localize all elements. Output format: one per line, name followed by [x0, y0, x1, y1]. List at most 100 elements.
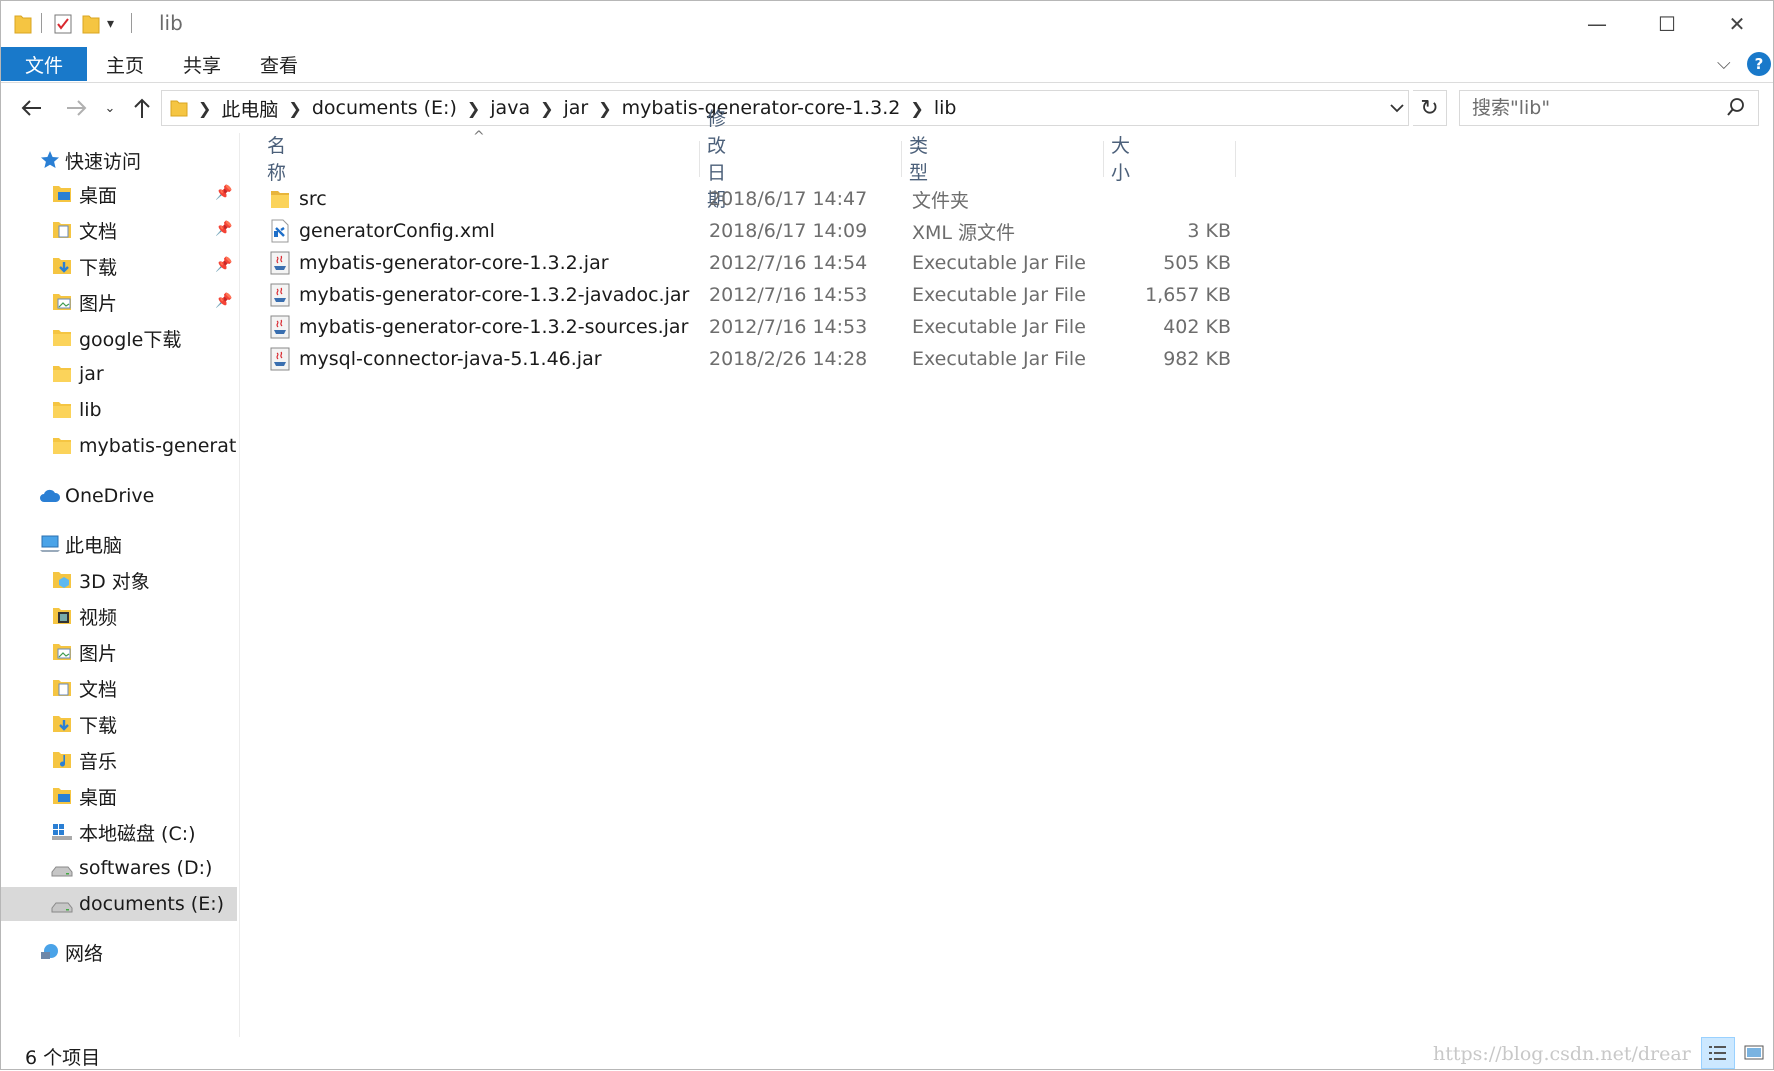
file-type: XML 源文件	[912, 221, 1016, 244]
windows-drive-icon	[51, 821, 73, 843]
chevron-right-icon[interactable]: ❯	[467, 99, 480, 118]
sidebar-item-documents-e[interactable]: documents (E:)	[1, 887, 237, 921]
file-row-generatorconfig[interactable]: generatorConfig.xml 2018/6/17 14:09 XML …	[261, 215, 1241, 247]
search-icon[interactable]	[1726, 97, 1746, 124]
tab-view[interactable]: 查看	[260, 47, 298, 81]
pane-divider[interactable]	[239, 133, 240, 1037]
new-folder-icon[interactable]	[81, 11, 101, 37]
downloads-folder-icon	[51, 255, 73, 277]
pin-icon[interactable]: 📌	[215, 185, 232, 201]
address-bar[interactable]: ❯ 此电脑 ❯ documents (E:) ❯ java ❯ jar ❯ my…	[161, 90, 1409, 126]
column-resize-handle[interactable]	[1103, 141, 1104, 177]
breadcrumb-mybatis-generator[interactable]: mybatis-generator-core-1.3.2	[622, 97, 901, 119]
file-row-mybatis-sources-jar[interactable]: mybatis-generator-core-1.3.2-sources.jar…	[261, 311, 1241, 343]
refresh-icon[interactable]: ↻	[1413, 90, 1447, 126]
pin-icon[interactable]: 📌	[215, 221, 232, 237]
item-count: 6 个项目	[25, 1047, 101, 1069]
xml-file-icon	[271, 219, 289, 243]
file-date: 2012/7/16 14:54	[709, 252, 868, 274]
file-type: Executable Jar File	[912, 252, 1086, 274]
back-arrow-icon[interactable]	[17, 93, 47, 123]
column-resize-handle[interactable]	[1235, 141, 1236, 177]
explorer-window: ▾ lib — ☐ ✕ 文件 主页 共享 查看 ⌵ ? ⌄ ❯ 此电脑 ❯ do…	[0, 0, 1774, 1070]
forward-arrow-icon[interactable]	[61, 93, 91, 123]
sidebar-item-jar[interactable]: jar	[1, 357, 237, 391]
watermark: https://blog.csdn.net/drear	[1433, 1043, 1691, 1065]
jar-file-icon	[270, 347, 290, 371]
details-view-icon[interactable]	[1701, 1037, 1735, 1069]
file-date: 2012/7/16 14:53	[709, 284, 868, 306]
documents-folder-icon	[51, 219, 73, 241]
sidebar-item-desktop-pc[interactable]: 桌面	[1, 779, 237, 813]
column-header-size[interactable]: 大小	[1111, 135, 1130, 184]
chevron-right-icon[interactable]: ❯	[540, 99, 553, 118]
column-resize-handle[interactable]	[901, 141, 902, 177]
tab-share[interactable]: 共享	[183, 47, 221, 81]
tab-home[interactable]: 主页	[106, 47, 144, 81]
sidebar-item-this-pc[interactable]: 此电脑	[1, 527, 237, 561]
sidebar-item-pictures[interactable]: 图片 📌	[1, 285, 237, 319]
sidebar-item-desktop[interactable]: 桌面 📌	[1, 177, 237, 211]
file-row-mysql-connector-jar[interactable]: mysql-connector-java-5.1.46.jar 2018/2/2…	[261, 343, 1241, 375]
maximize-button[interactable]: ☐	[1633, 1, 1701, 47]
chevron-right-icon[interactable]: ❯	[288, 99, 301, 118]
up-arrow-icon[interactable]	[127, 93, 157, 123]
column-header-type[interactable]: 类型	[909, 135, 928, 184]
large-icons-view-icon[interactable]	[1737, 1037, 1771, 1069]
column-header-date[interactable]: 修改日期	[707, 108, 726, 211]
sidebar-item-3d-objects[interactable]: 3D 对象	[1, 563, 237, 597]
jar-file-icon	[270, 283, 290, 307]
breadcrumb-documents-e[interactable]: documents (E:)	[312, 97, 457, 119]
pin-icon[interactable]: 📌	[215, 257, 232, 273]
file-name: mybatis-generator-core-1.3.2.jar	[299, 252, 609, 274]
help-button[interactable]: ?	[1747, 52, 1771, 76]
sidebar-item-network[interactable]: 网络	[1, 935, 237, 969]
search-box[interactable]	[1459, 90, 1759, 126]
search-input[interactable]	[1470, 96, 1710, 120]
sidebar-item-mybatis-generator[interactable]: mybatis-generator-core-1.3.2	[1, 429, 237, 463]
chevron-right-icon[interactable]: ❯	[198, 99, 211, 118]
column-header-name[interactable]: 名称	[267, 135, 286, 184]
breadcrumb-this-pc[interactable]: 此电脑	[221, 95, 278, 122]
sidebar-item-google-downloads[interactable]: google下载	[1, 321, 237, 355]
folder-icon	[51, 435, 73, 457]
breadcrumb-lib[interactable]: lib	[934, 97, 957, 119]
file-size: 3 KB	[1187, 220, 1231, 242]
sidebar-item-documents[interactable]: 文档 📌	[1, 213, 237, 247]
cloud-icon	[39, 485, 61, 507]
sidebar-item-pictures-pc[interactable]: 图片	[1, 635, 237, 669]
sidebar-item-music[interactable]: 音乐	[1, 743, 237, 777]
folder-icon[interactable]	[13, 11, 33, 37]
divider	[41, 13, 42, 33]
folder-icon	[51, 327, 73, 349]
customize-toolbar-dropdown-icon[interactable]: ▾	[107, 11, 114, 37]
close-button[interactable]: ✕	[1703, 1, 1771, 47]
file-row-mybatis-core-jar[interactable]: mybatis-generator-core-1.3.2.jar 2012/7/…	[261, 247, 1241, 279]
file-row-mybatis-javadoc-jar[interactable]: mybatis-generator-core-1.3.2-javadoc.jar…	[261, 279, 1241, 311]
file-size: 1,657 KB	[1145, 284, 1231, 306]
file-size: 505 KB	[1163, 252, 1231, 274]
breadcrumb-java[interactable]: java	[490, 97, 530, 119]
file-row-src[interactable]: src 2018/6/17 14:47 文件夹	[261, 183, 1241, 215]
recent-locations-chevron-icon[interactable]: ⌄	[101, 93, 119, 123]
sidebar-item-lib[interactable]: lib	[1, 393, 237, 427]
sidebar-item-quick-access[interactable]: 快速访问	[1, 143, 237, 177]
minimize-button[interactable]: —	[1563, 1, 1631, 47]
sidebar-item-downloads-pc[interactable]: 下载	[1, 707, 237, 741]
sidebar-item-downloads[interactable]: 下载 📌	[1, 249, 237, 283]
file-type: Executable Jar File	[912, 284, 1086, 306]
properties-icon[interactable]	[53, 11, 73, 37]
sidebar-item-documents-pc[interactable]: 文档	[1, 671, 237, 705]
sidebar-item-softwares-d[interactable]: softwares (D:)	[1, 851, 237, 885]
chevron-right-icon[interactable]: ❯	[598, 99, 611, 118]
breadcrumb-jar[interactable]: jar	[564, 97, 589, 119]
sidebar-item-local-disk-c[interactable]: 本地磁盘 (C:)	[1, 815, 237, 849]
sidebar-item-onedrive[interactable]: OneDrive	[1, 479, 237, 513]
tab-file[interactable]: 文件	[1, 47, 87, 81]
column-resize-handle[interactable]	[699, 141, 700, 177]
chevron-right-icon[interactable]: ❯	[910, 99, 923, 118]
expand-ribbon-icon[interactable]: ⌵	[1717, 53, 1731, 74]
pin-icon[interactable]: 📌	[215, 293, 232, 309]
sidebar-item-videos[interactable]: 视频	[1, 599, 237, 633]
address-history-dropdown-icon[interactable]	[1386, 91, 1408, 125]
